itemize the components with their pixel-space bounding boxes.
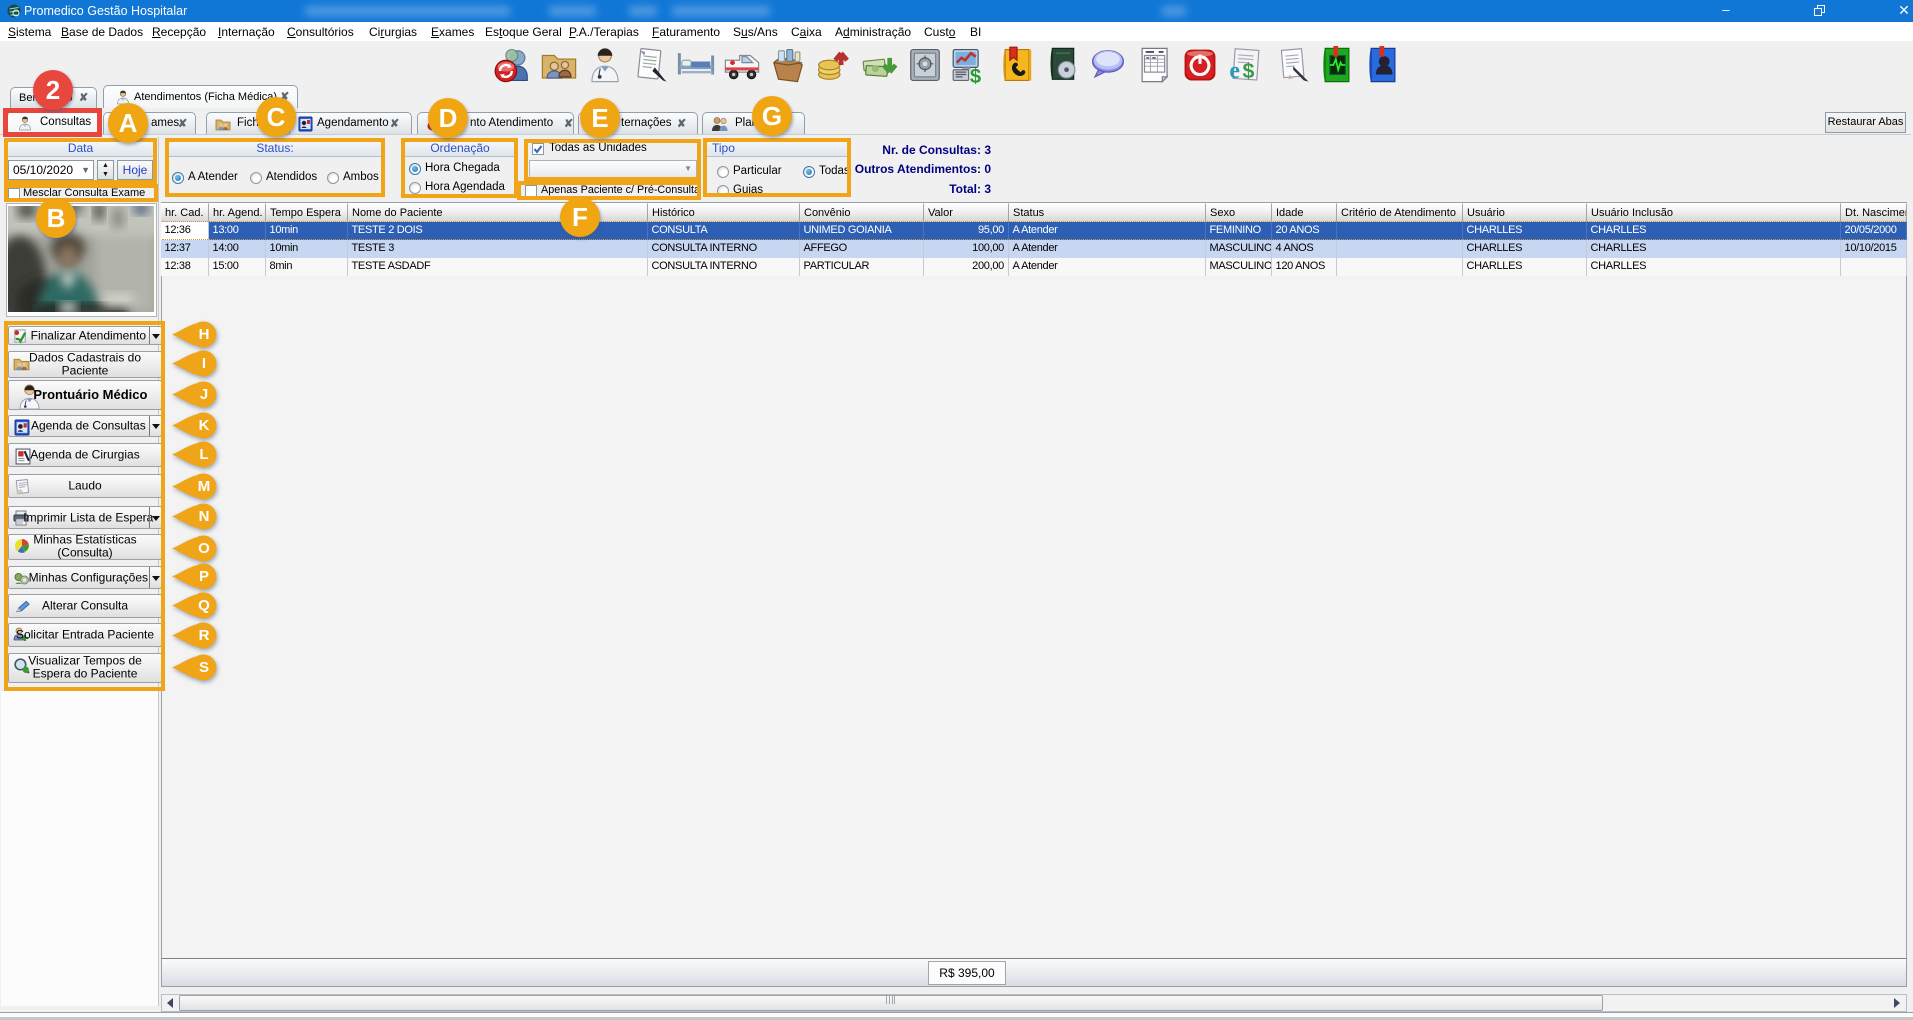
- svg-text:e: e: [1229, 58, 1240, 84]
- svg-text:$: $: [1242, 59, 1254, 83]
- svg-text:$: $: [970, 66, 981, 84]
